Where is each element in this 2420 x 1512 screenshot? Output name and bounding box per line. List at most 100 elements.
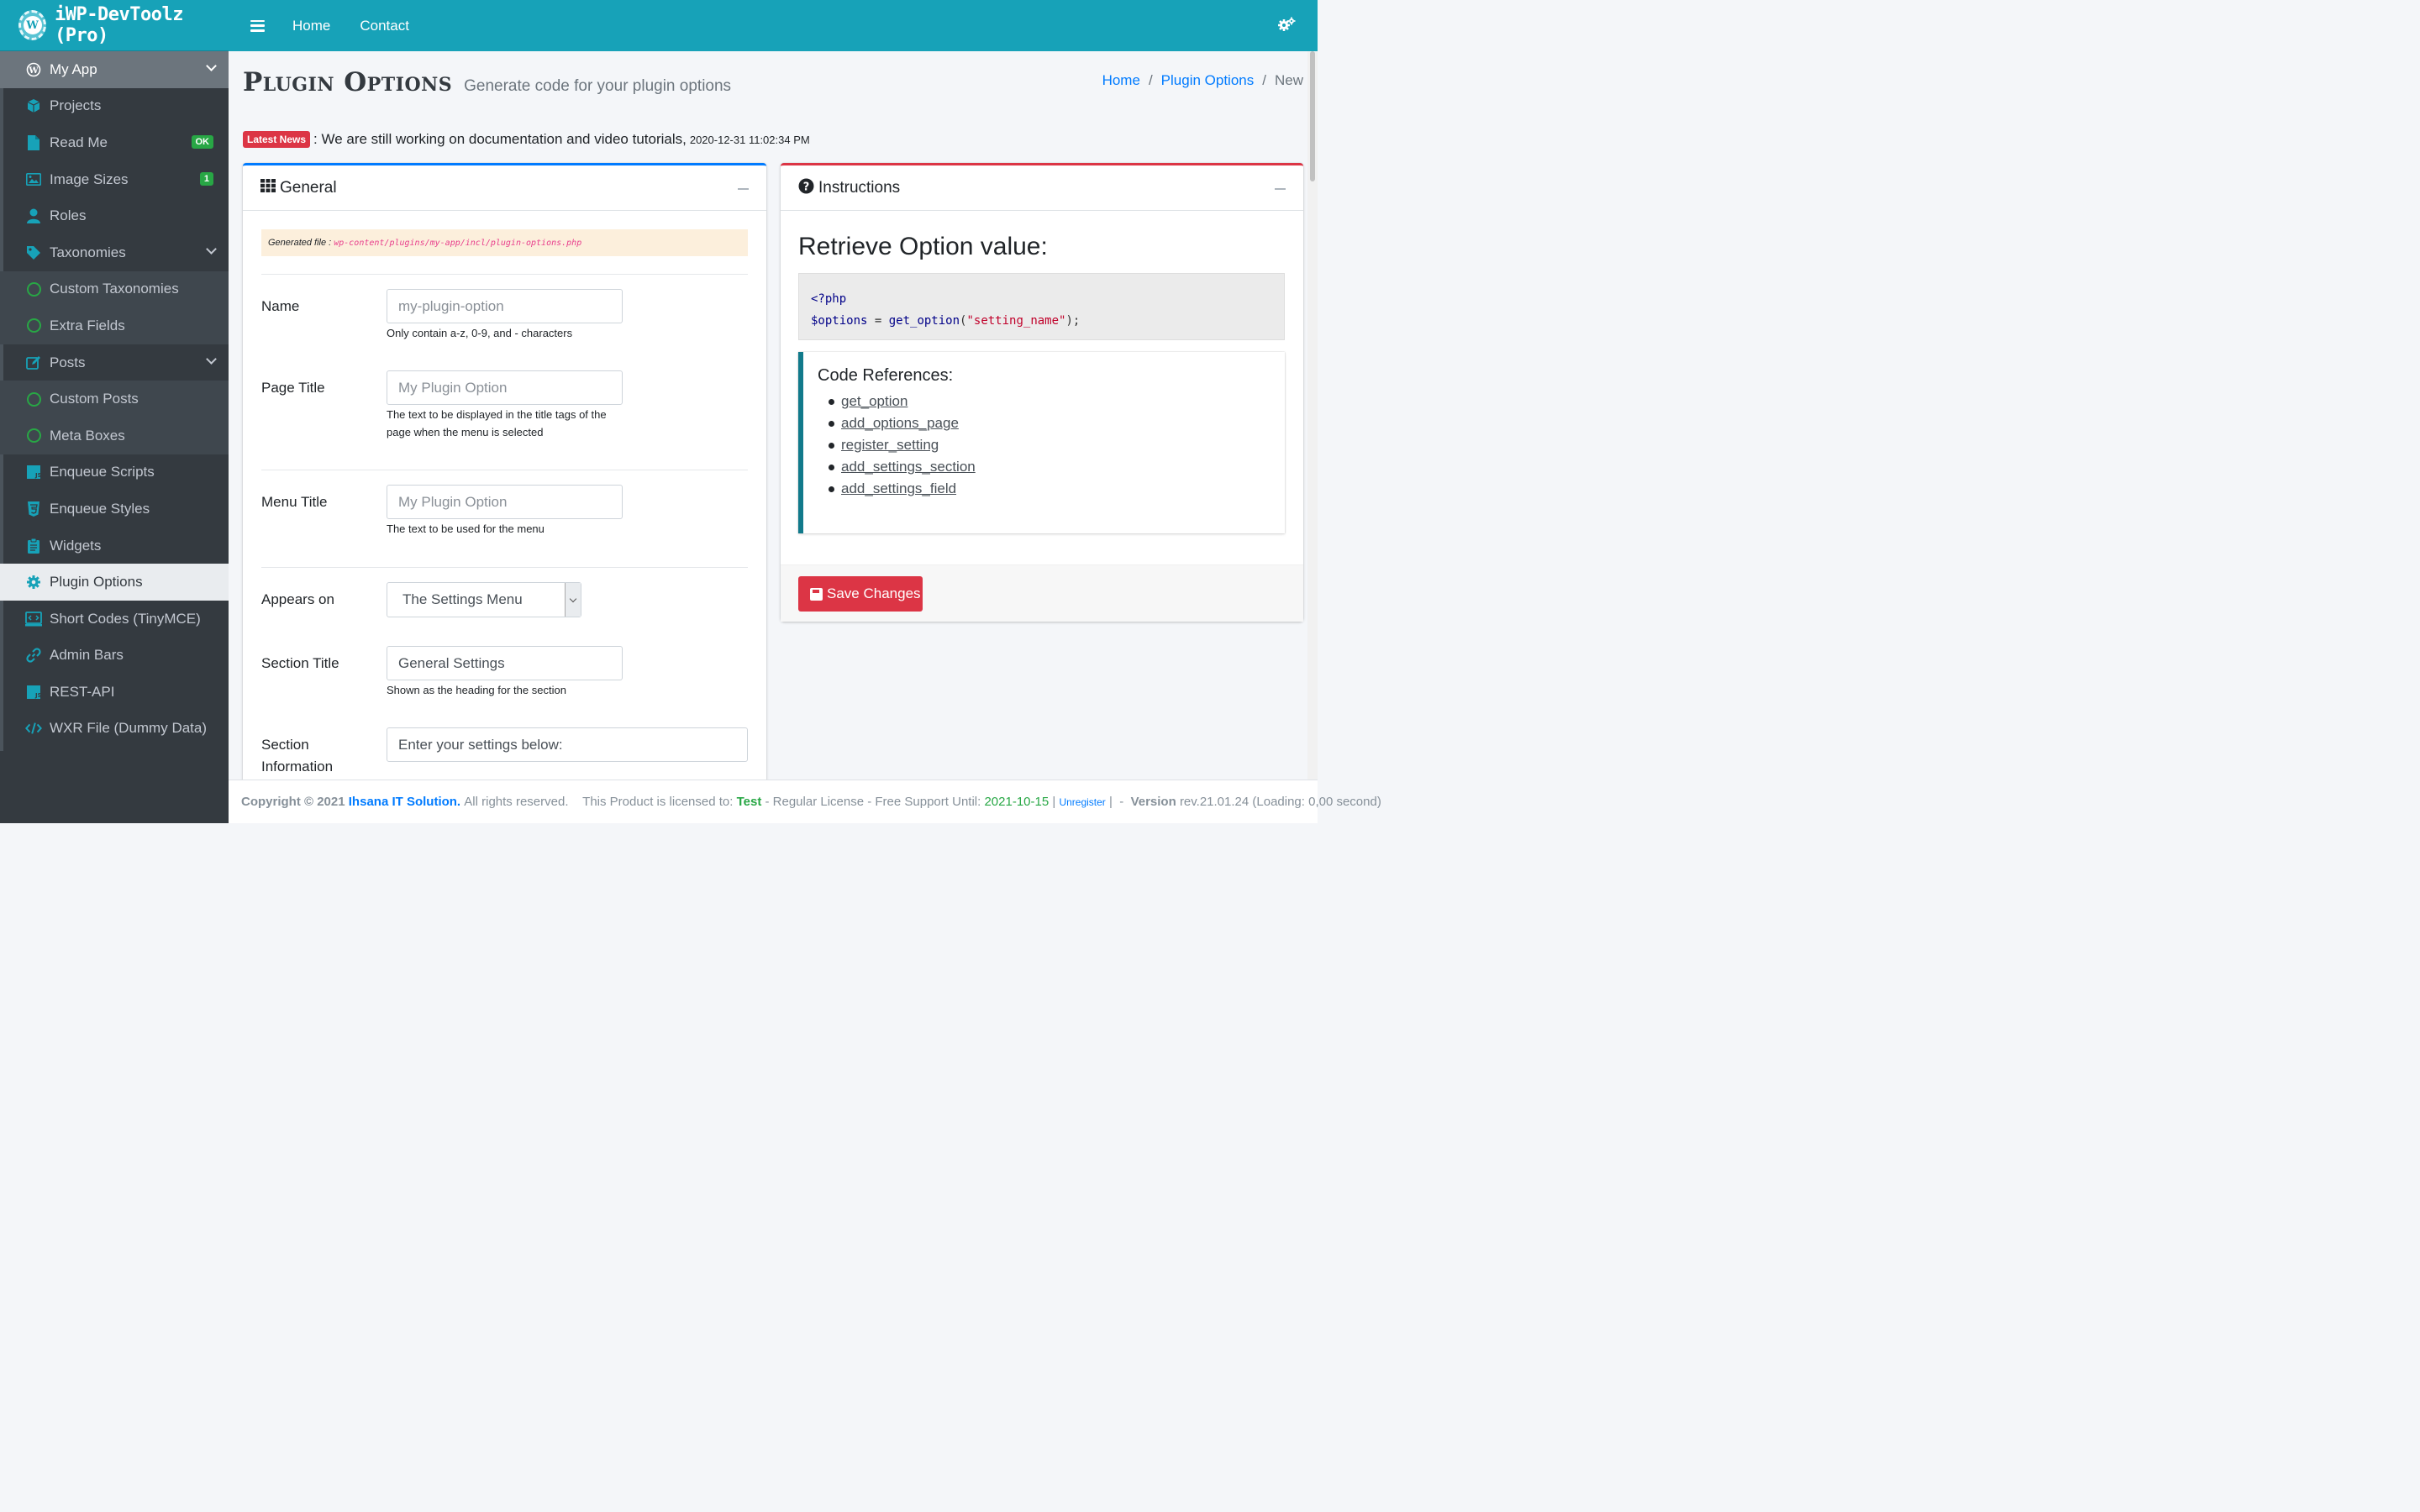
menu-title-input[interactable]: My Plugin Option (387, 485, 623, 519)
ref-link[interactable]: register_setting (841, 437, 939, 453)
nav-link-contact[interactable]: Contact (360, 18, 409, 34)
sidebar-item-image-sizes[interactable]: Image Sizes 1 (0, 161, 229, 198)
divider (261, 567, 748, 568)
link-icon (25, 647, 42, 664)
chevron-down-icon (565, 583, 581, 617)
svg-text:?: ? (803, 181, 810, 193)
page-scrollbar[interactable] (1307, 51, 1318, 780)
ref-link[interactable]: add_settings_section (841, 459, 976, 475)
code-line-2: $options = get_option("setting_name"); (811, 314, 1081, 328)
page-title: Plugin Options (243, 67, 453, 97)
news-timestamp: 2020-12-31 11:02:34 PM (689, 133, 810, 146)
name-input[interactable]: my-plugin-option (387, 289, 623, 323)
clipboard-icon (25, 538, 42, 554)
list-item: add_settings_field (829, 478, 1285, 500)
save-changes-label: Save Changes (827, 585, 921, 601)
gears-icon[interactable] (1277, 17, 1296, 37)
footer-rights: All rights reserved. (464, 795, 569, 809)
name-label: Name (261, 298, 300, 314)
count-badge: 1 (199, 171, 213, 186)
sidebar-item-posts[interactable]: Posts (0, 344, 229, 381)
code-references-callout: Code References: get_option add_options_… (798, 352, 1285, 533)
section-title-label: Section Title (261, 655, 339, 671)
menu-title-help: The text to be used for the menu (387, 522, 544, 535)
sidebar-item-roles[interactable]: Roles (0, 197, 229, 234)
edit-icon (25, 354, 42, 371)
sidebar-item-custom-taxonomies[interactable]: Custom Taxonomies (0, 270, 229, 308)
cube-icon (25, 97, 42, 114)
sidebar-item-extra-fields[interactable]: Extra Fields (0, 307, 229, 344)
unregister-link[interactable]: Unregister (1059, 796, 1105, 808)
page-header: Plugin Options Generate code for your pl… (243, 67, 731, 97)
footer-pipe: | (1052, 795, 1056, 809)
chevron-down-icon (206, 60, 217, 71)
ref-link[interactable]: add_settings_field (841, 480, 956, 496)
breadcrumb-home[interactable]: Home (1102, 72, 1140, 89)
sidebar-menu: W My App Projects Read Me OK Image Sizes… (0, 51, 229, 747)
sidebar-item-label: Custom Taxonomies (50, 281, 179, 297)
save-changes-button[interactable]: Save Changes (798, 576, 923, 612)
js-icon: JS (25, 464, 42, 480)
sidebar-item-label: Projects (50, 97, 102, 114)
sidebar-item-taxonomies[interactable]: Taxonomies (0, 234, 229, 271)
section-info-label-1: Section (261, 737, 309, 753)
sidebar-item-rest-api[interactable]: JS REST-API (0, 674, 229, 711)
sidebar-item-custom-posts[interactable]: Custom Posts (0, 381, 229, 417)
sidebar-item-label: WXR File (Dummy Data) (50, 720, 208, 737)
image-icon (25, 171, 42, 188)
sidebar-item-read-me[interactable]: Read Me OK (0, 124, 229, 161)
section-title-input[interactable]: General Settings (387, 646, 623, 680)
sidebar-item-label: Image Sizes (50, 171, 129, 187)
footer-version-label: Version (1130, 795, 1176, 809)
page-title-help-2: page when the menu is selected (387, 426, 544, 438)
section-info-input[interactable]: Enter your settings below: (387, 727, 748, 762)
wordpress-icon: W (25, 61, 42, 78)
sidebar-item-plugin-options[interactable]: Plugin Options (0, 564, 229, 601)
sidebar-item-label: Taxonomies (50, 244, 126, 260)
hamburger-menu-icon[interactable] (250, 19, 265, 32)
generated-file-label: Generated file : (268, 238, 332, 248)
footer-version: rev.21.01.24 (Loading: 0,00 second) (1179, 795, 1381, 809)
page-footer: Copyright © 2021 Ihsana IT Solution. All… (229, 780, 1381, 823)
sidebar-item-my-app[interactable]: W My App (0, 51, 229, 88)
ref-link[interactable]: add_options_page (841, 415, 959, 431)
appears-on-select[interactable]: The Settings Menu (387, 582, 581, 617)
nav-link-home[interactable]: Home (292, 18, 330, 34)
collapse-icon[interactable] (1275, 188, 1286, 190)
sidebar-item-label: Posts (50, 354, 86, 370)
scrollbar-thumb[interactable] (1310, 51, 1315, 181)
footer-license-type: - Regular License - Free Support Until: (765, 795, 981, 809)
save-icon (810, 587, 823, 601)
sidebar-item-wxr-file[interactable]: WXR File (Dummy Data) (0, 711, 229, 748)
sidebar: W iWP-DevToolz (Pro) W My App Projects R… (0, 0, 229, 823)
news-bar: Latest News : We are still working on do… (243, 131, 810, 148)
page-subtitle: Generate code for your plugin options (464, 77, 732, 95)
status-badge: OK (191, 135, 213, 150)
sidebar-item-enqueue-styles[interactable]: Enqueue Styles (0, 491, 229, 528)
list-item: get_option (829, 391, 1285, 412)
sidebar-item-widgets[interactable]: Widgets (0, 528, 229, 564)
general-card: General Generated file : wp-content/plug… (243, 163, 766, 801)
sidebar-item-admin-bars[interactable]: Admin Bars (0, 638, 229, 675)
footer-company-link[interactable]: Ihsana IT Solution. (349, 795, 460, 809)
js-icon: JS (25, 684, 42, 701)
code-window-icon (25, 611, 42, 627)
ref-link[interactable]: get_option (841, 393, 908, 409)
collapse-icon[interactable] (738, 188, 749, 190)
list-item: register_setting (829, 434, 1285, 456)
sidebar-item-short-codes[interactable]: Short Codes (TinyMCE) (0, 601, 229, 638)
sidebar-item-label: Extra Fields (50, 317, 125, 333)
footer-support-until: 2021-10-15 (984, 795, 1050, 809)
breadcrumb-plugin-options[interactable]: Plugin Options (1161, 72, 1255, 89)
menu-title-label: Menu Title (261, 494, 328, 510)
chevron-down-icon (206, 353, 217, 365)
page-title-input[interactable]: My Plugin Option (387, 370, 623, 405)
sidebar-item-meta-boxes[interactable]: Meta Boxes (0, 417, 229, 454)
sidebar-item-label: My App (50, 60, 97, 77)
footer-pipe: | (1108, 795, 1113, 809)
brand-link[interactable]: W iWP-DevToolz (Pro) (0, 0, 229, 51)
sidebar-item-projects[interactable]: Projects (0, 88, 229, 125)
circle-icon (25, 391, 42, 407)
sidebar-item-enqueue-scripts[interactable]: JS Enqueue Scripts (0, 454, 229, 491)
generated-file-path: wp-content/plugins/my-app/incl/plugin-op… (334, 238, 582, 248)
